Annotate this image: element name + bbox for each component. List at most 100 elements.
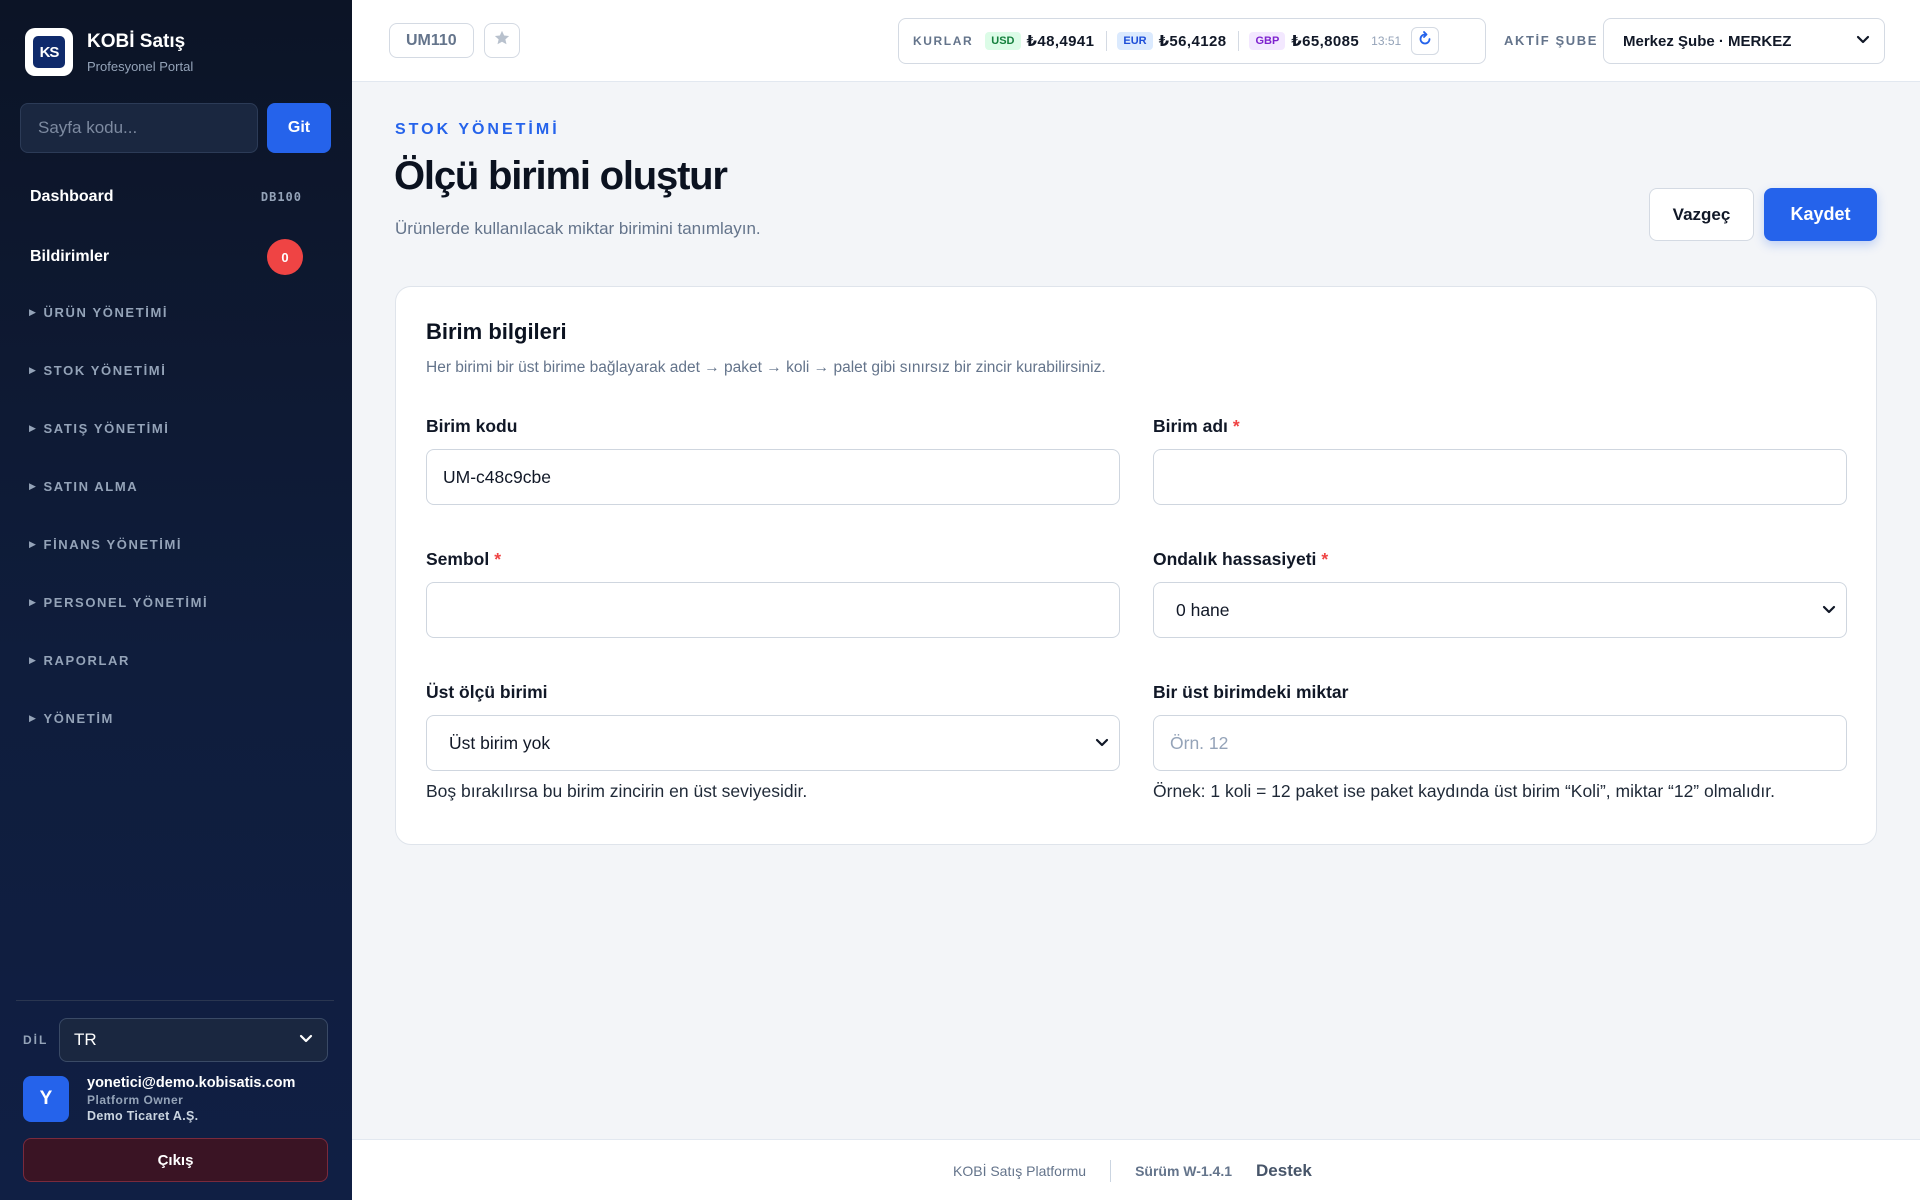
logout-button[interactable]: Çıkış [23, 1138, 328, 1182]
symbol-input[interactable] [426, 582, 1120, 638]
chevron-down-icon [299, 1030, 313, 1050]
go-button[interactable]: Git [267, 103, 331, 153]
sidebar-item-label: Bildirimler [30, 248, 110, 265]
topbar: UM110 KURLAR USD ₺48,4941 EUR ₺56,4128 G… [352, 0, 1920, 82]
footer-version: Sürüm W-1.4.1 [1135, 1162, 1233, 1179]
sidebar-section-label: PERSONEL YÖNETİMİ [43, 595, 209, 610]
sidebar-section-label: YÖNETİM [43, 711, 114, 726]
star-icon [493, 29, 511, 52]
exchange-rates: KURLAR USD ₺48,4941 EUR ₺56,4128 GBP ₺65… [898, 18, 1486, 64]
parent-unit-help: Boş bırakılırsa bu birim zincirin en üst… [426, 781, 808, 801]
save-button[interactable]: Kaydet [1764, 188, 1877, 241]
refresh-icon [1417, 30, 1433, 52]
currency-value-usd: ₺48,4941 [1026, 33, 1095, 50]
sidebar-section-satis[interactable]: ▶ SATIŞ YÖNETİMİ [29, 421, 169, 436]
sidebar-section-satin-alma[interactable]: ▶ SATIN ALMA [29, 479, 138, 494]
page-code-input[interactable] [20, 103, 258, 153]
sidebar-item-notifications[interactable]: Bildirimler 0 [30, 239, 303, 275]
brand-subtitle: Profesyonel Portal [87, 58, 194, 74]
page-code-form: Git [20, 103, 331, 153]
sidebar-section-raporlar[interactable]: ▶ RAPORLAR [29, 653, 130, 668]
caret-right-icon: ▶ [29, 713, 38, 723]
section-eyebrow: STOK YÖNETİMİ [395, 121, 560, 138]
caret-right-icon: ▶ [29, 307, 38, 317]
label-text: Ondalık hassasiyeti [1153, 549, 1317, 569]
caret-right-icon: ▶ [29, 539, 38, 549]
label-text: Bir üst birimdeki miktar [1153, 682, 1349, 702]
sidebar-section-label: ÜRÜN YÖNETİMİ [43, 305, 169, 320]
sidebar-section-yonetim[interactable]: ▶ YÖNETİM [29, 711, 114, 726]
currency-tag-usd: USD [985, 32, 1021, 50]
favorite-button[interactable] [484, 23, 520, 58]
branch-select[interactable]: Merkez Şube · MERKEZ [1603, 18, 1885, 64]
sidebar-section-label: FİNANS YÖNETİMİ [43, 537, 183, 552]
rates-timestamp: 13:51 [1371, 34, 1402, 48]
support-link[interactable]: Destek [1256, 1161, 1312, 1181]
precision-select[interactable]: 0 hane [1153, 582, 1847, 638]
sidebar-item-dashboard[interactable]: Dashboard DB100 [30, 188, 302, 206]
parent-unit-value: Üst birim yok [449, 732, 551, 753]
chevron-down-icon [1822, 600, 1836, 621]
card-title: Birim bilgileri [426, 319, 567, 344]
page-title: Ölçü birimi oluştur [394, 154, 728, 198]
caret-right-icon: ▶ [29, 481, 38, 491]
refresh-rates-button[interactable] [1411, 27, 1440, 55]
branch-value: Merkez Şube · MERKEZ [1623, 32, 1792, 50]
label-text: Üst ölçü birimi [426, 682, 548, 702]
footer-platform-name: KOBİ Satış Platformu [953, 1162, 1087, 1179]
required-mark: * [1321, 549, 1329, 569]
caret-right-icon: ▶ [29, 597, 38, 607]
caret-right-icon: ▶ [29, 365, 38, 375]
language-select[interactable]: TR [59, 1018, 328, 1062]
brand[interactable]: KS KOBİ Satış Profesyonel Portal [25, 28, 193, 76]
user-email: yonetici@demo.kobisatis.com [87, 1075, 296, 1091]
parent-unit-select[interactable]: Üst birim yok [426, 715, 1120, 771]
precision-value: 0 hane [1176, 599, 1230, 620]
chevron-down-icon [1856, 32, 1870, 50]
card-description: Her birimi bir üst birime bağlayarak ade… [426, 359, 1106, 376]
rate-divider [1238, 31, 1240, 51]
avatar: Y [23, 1076, 69, 1122]
symbol-label: Sembol * [426, 549, 501, 570]
required-mark: * [1232, 416, 1240, 436]
parent-qty-help: Örnek: 1 koli = 12 paket ise paket kaydı… [1153, 781, 1775, 801]
cancel-button[interactable]: Vazgeç [1649, 188, 1754, 241]
rate-divider [1106, 31, 1108, 51]
sidebar-section-stok[interactable]: ▶ STOK YÖNETİMİ [29, 363, 166, 378]
sidebar-item-label: Dashboard [30, 188, 114, 205]
sidebar-section-label: STOK YÖNETİMİ [43, 363, 167, 378]
label-text: Sembol [426, 549, 490, 569]
sidebar-divider [16, 1000, 334, 1001]
precision-label: Ondalık hassasiyeti * [1153, 549, 1328, 570]
required-mark: * [494, 549, 502, 569]
parent-qty-input[interactable]: Örn. 12 [1153, 715, 1847, 771]
sidebar-section-finans[interactable]: ▶ FİNANS YÖNETİMİ [29, 537, 182, 552]
notification-count-badge: 0 [267, 239, 303, 275]
brand-logo: KS [25, 28, 73, 76]
sidebar-section-personel[interactable]: ▶ PERSONEL YÖNETİMİ [29, 595, 208, 610]
language-label: DİL [23, 1033, 49, 1047]
brand-title: KOBİ Satış [87, 30, 186, 52]
unit-code-input[interactable]: UM-c48c9cbe [426, 449, 1120, 505]
branch-label: AKTİF ŞUBE [1504, 33, 1598, 48]
language-row: DİL TR [23, 1018, 328, 1062]
parent-qty-label: Bir üst birimdeki miktar [1153, 682, 1348, 703]
chevron-down-icon [1095, 733, 1109, 754]
caret-right-icon: ▶ [29, 655, 38, 665]
currency-value-gbp: ₺65,8085 [1291, 33, 1360, 50]
label-text: Birim kodu [426, 416, 518, 436]
sidebar-section-urun[interactable]: ▶ ÜRÜN YÖNETİMİ [29, 305, 168, 320]
unit-info-card: Birim bilgileri Her birimi bir üst birim… [395, 286, 1877, 845]
footer: KOBİ Satış Platformu Sürüm W-1.4.1 Deste… [352, 1139, 1920, 1200]
user-role: Platform Owner [87, 1093, 184, 1107]
caret-right-icon: ▶ [29, 423, 38, 433]
currency-tag-eur: EUR [1117, 32, 1153, 50]
currency-tag-gbp: GBP [1249, 32, 1286, 50]
unit-name-input[interactable] [1153, 449, 1847, 505]
label-text: Birim adı [1153, 416, 1228, 436]
page-subtitle: Ürünlerde kullanılacak miktar birimini t… [395, 219, 761, 238]
sidebar-section-label: RAPORLAR [43, 653, 130, 668]
sidebar: KS KOBİ Satış Profesyonel Portal Git Das… [0, 0, 352, 1200]
currency-value-eur: ₺56,4128 [1158, 33, 1227, 50]
user-profile[interactable]: Y yonetici@demo.kobisatis.com Platform O… [23, 1075, 295, 1123]
